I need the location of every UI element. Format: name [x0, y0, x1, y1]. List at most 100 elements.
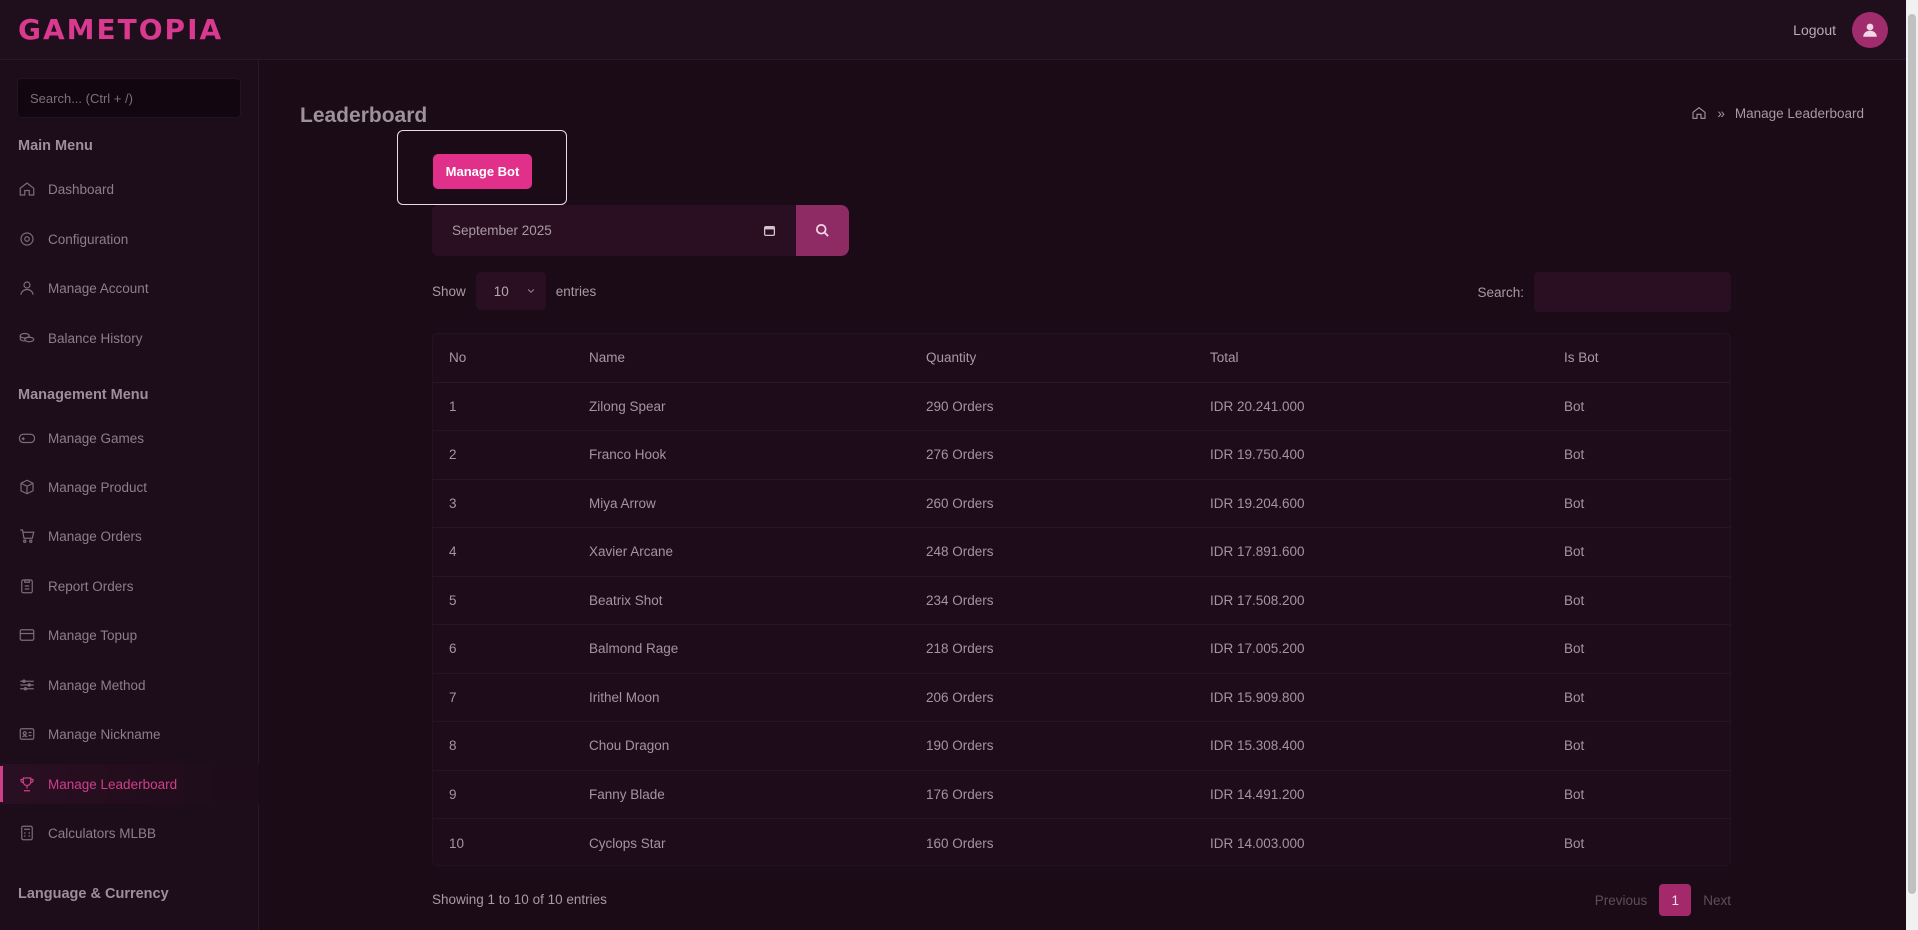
entries-select[interactable]: 10 — [475, 272, 546, 310]
column-header-name[interactable]: Name — [573, 334, 910, 383]
sidebar-item-manage-orders[interactable]: Manage Orders — [0, 516, 259, 556]
cell-name: Chou Dragon — [573, 721, 910, 771]
sidebar-item-manage-nickname[interactable]: Manage Nickname — [0, 714, 259, 754]
card-icon — [19, 629, 35, 641]
cart-icon — [20, 529, 35, 543]
column-header-quantity[interactable]: Quantity — [910, 334, 1194, 383]
sidebar-item-label: Manage Account — [48, 280, 149, 296]
cell-total: IDR 15.308.400 — [1194, 721, 1548, 771]
manage-bot-highlight: Manage Bot — [397, 130, 567, 205]
month-search-button[interactable] — [796, 205, 849, 256]
cell-is-bot: Bot — [1548, 770, 1730, 819]
sidebar-search-input[interactable]: Search... (Ctrl + /) — [17, 78, 241, 118]
cell-is-bot: Bot — [1548, 527, 1730, 577]
chevron-down-icon — [527, 288, 535, 293]
sidebar-item-calculators-mlbb[interactable]: Calculators MLBB — [0, 813, 259, 853]
language-currency-title: Language & Currency — [18, 886, 169, 902]
cell-is-bot: Bot — [1548, 624, 1730, 674]
sidebar-item-manage-product[interactable]: Manage Product — [0, 467, 259, 507]
manage-bot-button[interactable]: Manage Bot — [433, 154, 532, 189]
sidebar-item-manage-topup[interactable]: Manage Topup — [0, 615, 259, 655]
column-header-total[interactable]: Total — [1194, 334, 1548, 383]
sidebar-item-manage-games[interactable]: Manage Games — [0, 418, 259, 458]
home-icon — [19, 182, 35, 196]
cell-no: 2 — [433, 430, 573, 480]
table-search-input[interactable] — [1534, 272, 1731, 312]
page-button[interactable]: 1 — [1659, 884, 1692, 916]
cell-total: IDR 14.491.200 — [1194, 770, 1548, 819]
column-header-no[interactable]: No — [433, 334, 573, 383]
user-icon — [20, 281, 34, 295]
month-value: September 2025 — [452, 223, 552, 238]
cell-total: IDR 17.005.200 — [1194, 624, 1548, 674]
entries-length-control: Show 10 entries — [432, 272, 596, 310]
sidebar-item-manage-leaderboard[interactable]: Manage Leaderboard — [0, 764, 259, 804]
table-info: Showing 1 to 10 of 10 entries — [432, 892, 607, 907]
scrollbar-thumb[interactable] — [1908, 14, 1916, 894]
box-icon — [20, 479, 34, 495]
cell-name: Beatrix Shot — [573, 576, 910, 625]
entries-label: entries — [555, 283, 597, 299]
main-menu-title: Main Menu — [18, 138, 93, 154]
sidebar-item-label: Manage Leaderboard — [48, 776, 178, 792]
sidebar-item-manage-method[interactable]: Manage Method — [0, 665, 259, 705]
cell-no: 8 — [433, 721, 573, 771]
sidebar-item-label: Manage Orders — [48, 528, 142, 544]
cell-name: Franco Hook — [573, 430, 910, 480]
calendar-icon[interactable] — [763, 224, 776, 237]
sidebar-item-label: Manage Nickname — [48, 726, 161, 742]
cell-name: Xavier Arcane — [573, 527, 910, 577]
cell-quantity: 260 Orders — [910, 479, 1194, 528]
coins-icon — [19, 332, 35, 343]
sidebar-item-manage-account[interactable]: Manage Account — [0, 268, 259, 308]
cell-no: 10 — [449, 835, 465, 851]
search-icon — [816, 224, 829, 237]
cell-no: 4 — [433, 527, 573, 577]
sidebar-item-balance-history[interactable]: Balance History — [0, 318, 259, 358]
app-logo[interactable]: GAMETOPIA — [18, 13, 223, 46]
table-row: 6 Balmond Rage 218 Orders IDR 17.005.200 Bot — [433, 624, 1730, 674]
sidebar-item-label: Calculators MLBB — [48, 825, 157, 841]
cell-is-bot: Bot — [1548, 479, 1730, 528]
column-header-is-bot[interactable]: Is Bot — [1548, 334, 1730, 383]
cell-is-bot: Bot — [1548, 721, 1730, 771]
sidebar-item-label: Balance History — [48, 330, 143, 346]
cell-quantity: 248 Orders — [910, 527, 1194, 577]
sliders-icon — [20, 679, 34, 691]
table-header-row: No Name Quantity Total Is Bot — [433, 334, 1730, 383]
next-button[interactable]: Next — [1703, 893, 1731, 908]
cell-total: IDR 17.891.600 — [1194, 527, 1548, 577]
table-row: 4 Xavier Arcane 248 Orders IDR 17.891.600 Bo… — [433, 527, 1730, 577]
trophy-icon — [20, 777, 34, 792]
cell-no: 3 — [433, 479, 573, 528]
home-icon[interactable] — [1691, 105, 1707, 121]
table-row: 7 Irithel Moon 206 Orders IDR 15.909.800 Bot — [433, 673, 1730, 722]
cell-total: IDR 19.204.600 — [1194, 479, 1548, 528]
cell-is-bot: Bot — [1548, 382, 1730, 431]
cell-total: IDR 14.003.000 — [1210, 835, 1305, 851]
logout-link[interactable]: Logout — [1793, 22, 1836, 38]
management-menu-title: Management Menu — [18, 387, 149, 403]
sidebar-item-report-orders[interactable]: Report Orders — [0, 566, 259, 606]
gamepad-icon — [18, 433, 36, 444]
cell-no: 9 — [433, 770, 573, 819]
cell-name: Cyclops Star — [589, 835, 666, 851]
table-search-control: Search: — [1477, 272, 1731, 312]
cell-name: Fanny Blade — [573, 770, 910, 819]
avatar[interactable] — [1852, 11, 1888, 48]
cell-no: 5 — [433, 576, 573, 625]
id-card-icon — [19, 728, 35, 740]
cell-quantity: 290 Orders — [910, 382, 1194, 431]
gear-icon — [20, 232, 34, 246]
sidebar-item-dashboard[interactable]: Dashboard — [0, 169, 259, 209]
previous-button[interactable]: Previous — [1595, 893, 1648, 908]
top-right-actions: Logout — [1793, 11, 1888, 48]
pagination: Previous 1 Next — [1595, 884, 1731, 916]
show-label: Show — [432, 283, 466, 299]
page-scrollbar[interactable] — [1906, 0, 1918, 930]
sidebar-item-configuration[interactable]: Configuration — [0, 219, 259, 259]
cell-is-bot: Bot — [1564, 835, 1585, 851]
month-picker-input[interactable]: September 2025 — [432, 205, 796, 256]
cell-quantity: 190 Orders — [910, 721, 1194, 771]
cell-no: 6 — [433, 624, 573, 674]
